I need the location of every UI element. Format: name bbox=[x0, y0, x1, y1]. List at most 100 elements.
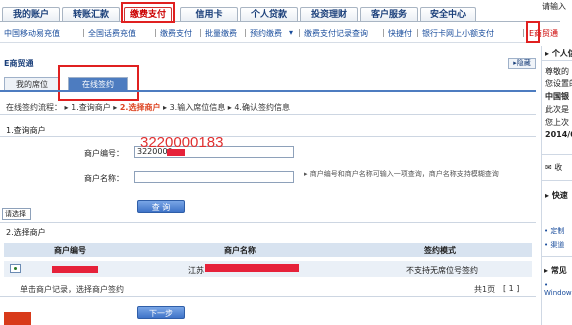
favorites-link[interactable]: ✉ 收 bbox=[545, 162, 562, 173]
flow-arrow-icon: ▸ bbox=[113, 103, 118, 112]
panel-divider bbox=[541, 256, 572, 257]
section-divider bbox=[0, 296, 536, 297]
hint-text: 商户编号和商户名称可输入一项查询，商户名称支持模糊查询 bbox=[309, 170, 499, 178]
flow-prefix: 在线签约流程： bbox=[6, 103, 62, 112]
merchant-name-input[interactable] bbox=[134, 171, 294, 183]
section-divider bbox=[0, 222, 536, 223]
pagination-page[interactable]: [ 1 ] bbox=[503, 284, 519, 293]
query-button[interactable]: 查 询 bbox=[137, 200, 185, 213]
subnav-scheduled-payment[interactable]: 预约缴费 bbox=[250, 28, 282, 39]
panel-divider bbox=[542, 154, 572, 155]
panel-line: 您设置的 bbox=[545, 79, 572, 88]
subnav-separator: | bbox=[199, 28, 202, 37]
section-query-merchant-title: 1.查询商户 bbox=[6, 126, 46, 135]
panel-line: 此次是 bbox=[545, 105, 569, 114]
content-tab-divider bbox=[0, 90, 536, 92]
tab-transfer[interactable]: 转账汇款 bbox=[62, 7, 120, 22]
panel-divider bbox=[542, 180, 572, 181]
col-signing-mode: 签约模式 bbox=[424, 246, 456, 255]
subnav-separator: | bbox=[154, 28, 157, 37]
promo-banner-image[interactable] bbox=[4, 312, 31, 325]
panel-link-custom[interactable]: • 定制 bbox=[544, 226, 564, 236]
subnav-payment[interactable]: 缴费支付 bbox=[160, 28, 192, 39]
table-header: 商户编号 商户名称 签约模式 bbox=[4, 243, 532, 257]
panel-line: 中国银 bbox=[545, 92, 569, 101]
row-radio[interactable] bbox=[10, 264, 21, 273]
flow-step-2: 2.选择商户 bbox=[119, 103, 161, 112]
personal-info-header: ▸ 个人信 bbox=[545, 48, 572, 59]
panel-link-channel[interactable]: • 渠道 bbox=[544, 240, 564, 250]
merchant-hint-text: ▸ 商户编号和商户名称可输入一项查询，商户名称支持模糊查询 bbox=[304, 169, 540, 179]
personal-info-title: 个人信 bbox=[551, 49, 572, 58]
tab-my-account[interactable]: 我的账户 bbox=[2, 7, 60, 22]
quick-select[interactable]: 请选择 bbox=[2, 208, 31, 220]
flow-divider bbox=[0, 114, 536, 115]
tab-personal-loan[interactable]: 个人贷款 bbox=[240, 7, 298, 22]
chevron-down-icon: ▾ bbox=[289, 28, 294, 37]
quick-header: ▸ 快速 bbox=[545, 190, 568, 201]
common-title: 常见 bbox=[550, 266, 567, 275]
tab-customer-service[interactable]: 客户服务 bbox=[360, 7, 418, 22]
redaction-mark bbox=[205, 264, 299, 272]
tab-my-seat[interactable]: 我的席位 bbox=[4, 77, 60, 91]
tab-investment[interactable]: 投资理财 bbox=[300, 7, 358, 22]
flow-step-1: 1.查询商户 bbox=[71, 103, 111, 112]
flow-arrow-icon: ▸ bbox=[64, 103, 69, 112]
highlight-payment-tab bbox=[121, 2, 175, 23]
subnav-separator: | bbox=[416, 28, 419, 37]
annotation-merchant-number: 3220000183 bbox=[140, 134, 224, 151]
tab-divider bbox=[0, 21, 560, 22]
subnav-separator: | bbox=[382, 28, 385, 37]
highlight-e-trade bbox=[526, 21, 540, 43]
tab-security-center[interactable]: 安全中心 bbox=[420, 7, 476, 22]
panel-link-channel-label: 渠道 bbox=[550, 241, 565, 249]
cell-merchant-name: 江苏 bbox=[188, 266, 204, 275]
panel-line: 尊敬的 bbox=[545, 67, 569, 76]
panel-line: 您上次 bbox=[545, 118, 569, 127]
panel-divider bbox=[542, 60, 572, 61]
subnav-separator: | bbox=[244, 28, 247, 37]
merchant-name-label: 商户名称： bbox=[84, 174, 124, 183]
hide-button[interactable]: ▸隐藏 bbox=[508, 58, 536, 69]
flow-arrow-icon: ▸ bbox=[227, 103, 232, 112]
panel-line: 2014/0 bbox=[545, 130, 572, 139]
subnav-payment-records[interactable]: 缴费支付记录查询 bbox=[304, 28, 368, 39]
login-hint: 请输入 bbox=[542, 2, 566, 11]
pagination-total: 共1页 bbox=[474, 285, 496, 294]
subnav-quickpay[interactable]: 快捷付 bbox=[388, 28, 412, 39]
bullet-icon: • bbox=[544, 281, 549, 289]
subnav-bankcard-micro-payment[interactable]: 银行卡网上小额支付 bbox=[422, 28, 494, 39]
section-select-merchant-title: 2.选择商户 bbox=[6, 228, 46, 237]
panel-link-custom-label: 定制 bbox=[550, 227, 565, 235]
col-merchant-name: 商户名称 bbox=[224, 246, 256, 255]
subnav-separator: | bbox=[298, 28, 301, 37]
highlight-online-signing bbox=[58, 65, 139, 101]
page-title: E商贸通 bbox=[4, 59, 34, 68]
redaction-mark bbox=[52, 266, 98, 273]
subnav-mobile-topup[interactable]: 中国移动易充值 bbox=[4, 28, 60, 39]
subnav-batch-payment[interactable]: 批量缴费 bbox=[205, 28, 237, 39]
col-merchant-no: 商户编号 bbox=[54, 246, 86, 255]
favorites-label: 收 bbox=[554, 163, 563, 172]
subnav-separator: | bbox=[82, 28, 85, 37]
subnav-phone-topup[interactable]: 全国话费充值 bbox=[88, 28, 136, 39]
panel-link-windows-label: Window bbox=[544, 289, 572, 297]
tab-credit-card[interactable]: 信用卡 bbox=[180, 7, 238, 22]
envelope-icon: ✉ bbox=[545, 163, 555, 172]
arrow-icon: ▸ bbox=[545, 49, 552, 58]
top-navigation: 我的账户 转账汇款 缴费支付 信用卡 个人贷款 投资理财 客户服务 安全中心 bbox=[0, 0, 572, 22]
flow-step-4: 4.确认签约信息 bbox=[234, 103, 290, 112]
hide-button-label: 隐藏 bbox=[516, 59, 531, 67]
signing-flow-steps: 在线签约流程： ▸ 1.查询商户 ▸ 2.选择商户 ▸ 3.输入席位信息 ▸ 4… bbox=[6, 102, 290, 113]
footer-hint: 单击商户记录，选择商户签约 bbox=[20, 285, 124, 294]
panel-link-windows[interactable]: • Window bbox=[544, 281, 572, 297]
quick-title: 快速 bbox=[551, 191, 568, 200]
subnav-separator: | bbox=[522, 28, 525, 37]
cell-signing-mode: 不支持无席位号签约 bbox=[406, 266, 478, 275]
flow-arrow-icon: ▸ bbox=[163, 103, 168, 112]
next-button[interactable]: 下一步 bbox=[137, 306, 185, 319]
arrow-icon: ▸ bbox=[544, 266, 551, 275]
arrow-icon: ▸ bbox=[545, 191, 552, 200]
merchant-no-label: 商户编号： bbox=[84, 149, 124, 158]
sub-navigation: 中国移动易充值 | 全国话费充值 | 缴费支付 | 批量缴费 | 预约缴费 ▾ … bbox=[0, 23, 531, 43]
